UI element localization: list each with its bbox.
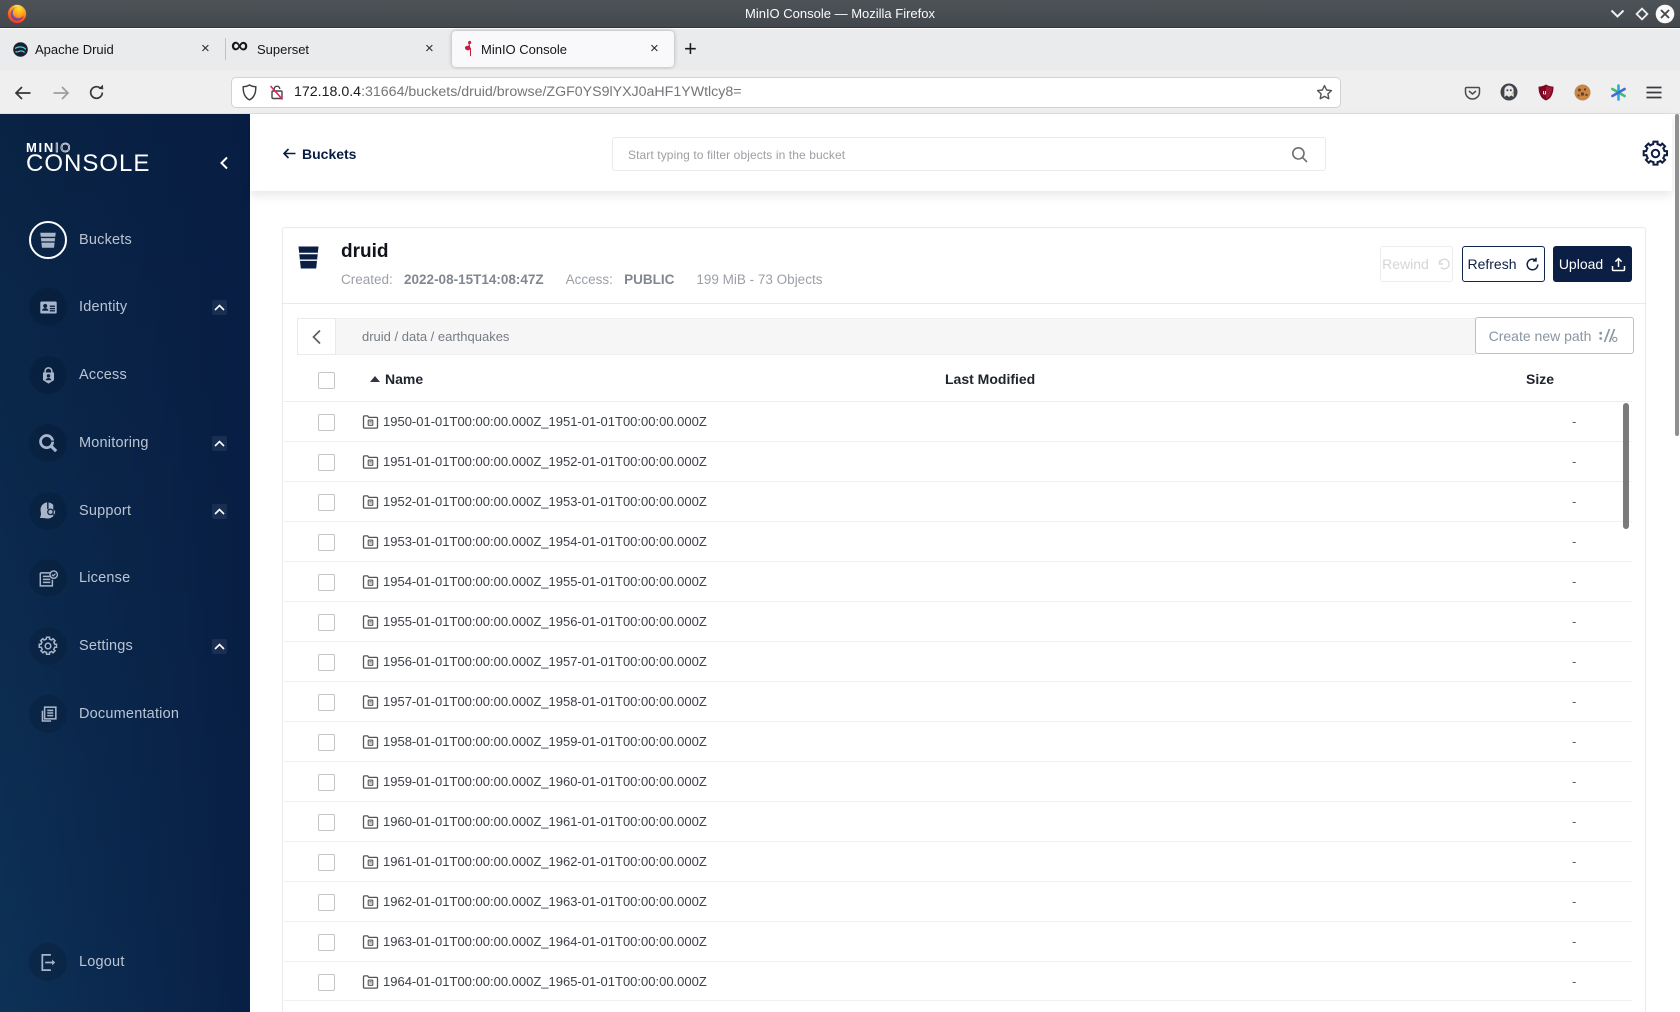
- svg-text:u: u: [1543, 91, 1547, 97]
